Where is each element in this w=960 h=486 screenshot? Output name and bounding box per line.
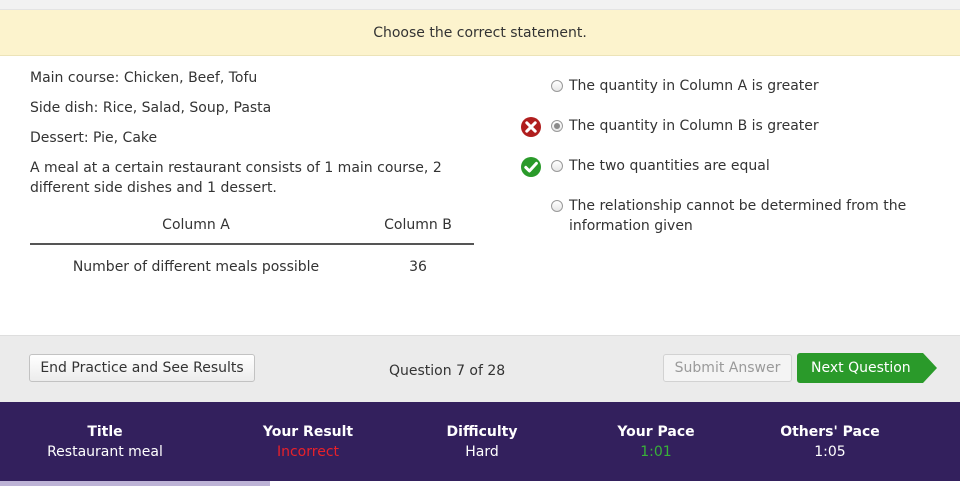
correct-check-icon — [521, 157, 541, 177]
radio-button[interactable] — [551, 200, 563, 212]
column-a-header: Column A — [30, 206, 362, 245]
option-label: The relationship cannot be determined fr… — [569, 198, 907, 234]
column-b-value: 36 — [409, 258, 427, 275]
stat-value: 1:05 — [814, 444, 846, 460]
info-line-main-course: Main course: Chicken, Beef, Tofu — [30, 70, 258, 86]
option-equal[interactable]: The two quantities are equal — [520, 156, 940, 177]
prompt-text: Choose the correct statement. — [373, 24, 587, 41]
next-question-button[interactable]: Next Question — [797, 353, 937, 383]
stat-value: Restaurant meal — [47, 444, 163, 460]
stat-difficulty: Difficulty Hard — [382, 422, 582, 462]
info-line-side-dish: Side dish: Rice, Salad, Soup, Pasta — [30, 100, 272, 116]
question-text: A meal at a certain restaurant consists … — [30, 160, 442, 196]
stat-label: Difficulty — [446, 424, 518, 440]
incorrect-x-icon — [521, 117, 541, 137]
stat-your-pace: Your Pace 1:01 — [556, 422, 756, 462]
option-cannot-determine[interactable]: The relationship cannot be determined fr… — [520, 196, 940, 236]
stat-value: Hard — [465, 444, 499, 460]
table-row: Number of different meals possible 36 — [30, 244, 474, 286]
info-line-dessert: Dessert: Pie, Cake — [30, 130, 158, 146]
option-b-greater[interactable]: The quantity in Column B is greater — [520, 116, 940, 137]
option-label: The quantity in Column A is greater — [569, 78, 819, 94]
stat-label: Others' Pace — [780, 424, 880, 440]
stat-label: Title — [87, 424, 123, 440]
stats-bar: Title Restaurant meal Your Result Incorr… — [0, 402, 960, 481]
prompt-banner: Choose the correct statement. — [0, 10, 960, 56]
radio-button[interactable] — [551, 160, 563, 172]
progress-bar-track — [270, 481, 960, 486]
stat-your-result: Your Result Incorrect — [208, 422, 408, 462]
stat-label: Your Result — [262, 424, 354, 440]
answer-options: The quantity in Column A is greater The … — [520, 76, 940, 256]
column-a-value: Number of different meals possible — [72, 258, 320, 275]
top-rule — [0, 0, 960, 10]
option-label: The two quantities are equal — [569, 158, 770, 174]
action-bar: End Practice and See Results Question 7 … — [0, 335, 960, 402]
stat-value: Incorrect — [276, 444, 340, 460]
column-b-header: Column B — [362, 206, 474, 245]
problem-panel: Main course: Chicken, Beef, Tofu Side di… — [30, 68, 474, 286]
submit-answer-button[interactable]: Submit Answer — [663, 354, 792, 382]
progress-bar-fill — [0, 481, 270, 486]
comparison-table: Column A Column B Number of different me… — [30, 206, 474, 286]
question-counter: Question 7 of 28 — [389, 363, 506, 379]
option-label: The quantity in Column B is greater — [569, 118, 819, 134]
end-practice-button[interactable]: End Practice and See Results — [29, 354, 255, 382]
stat-title: Title Restaurant meal — [5, 422, 205, 462]
stat-value: 1:01 — [640, 444, 672, 460]
option-a-greater[interactable]: The quantity in Column A is greater — [520, 76, 940, 96]
stat-others-pace: Others' Pace 1:05 — [730, 422, 930, 462]
radio-button[interactable] — [551, 80, 563, 92]
stat-label: Your Pace — [617, 424, 695, 440]
radio-button-selected[interactable] — [551, 120, 563, 132]
